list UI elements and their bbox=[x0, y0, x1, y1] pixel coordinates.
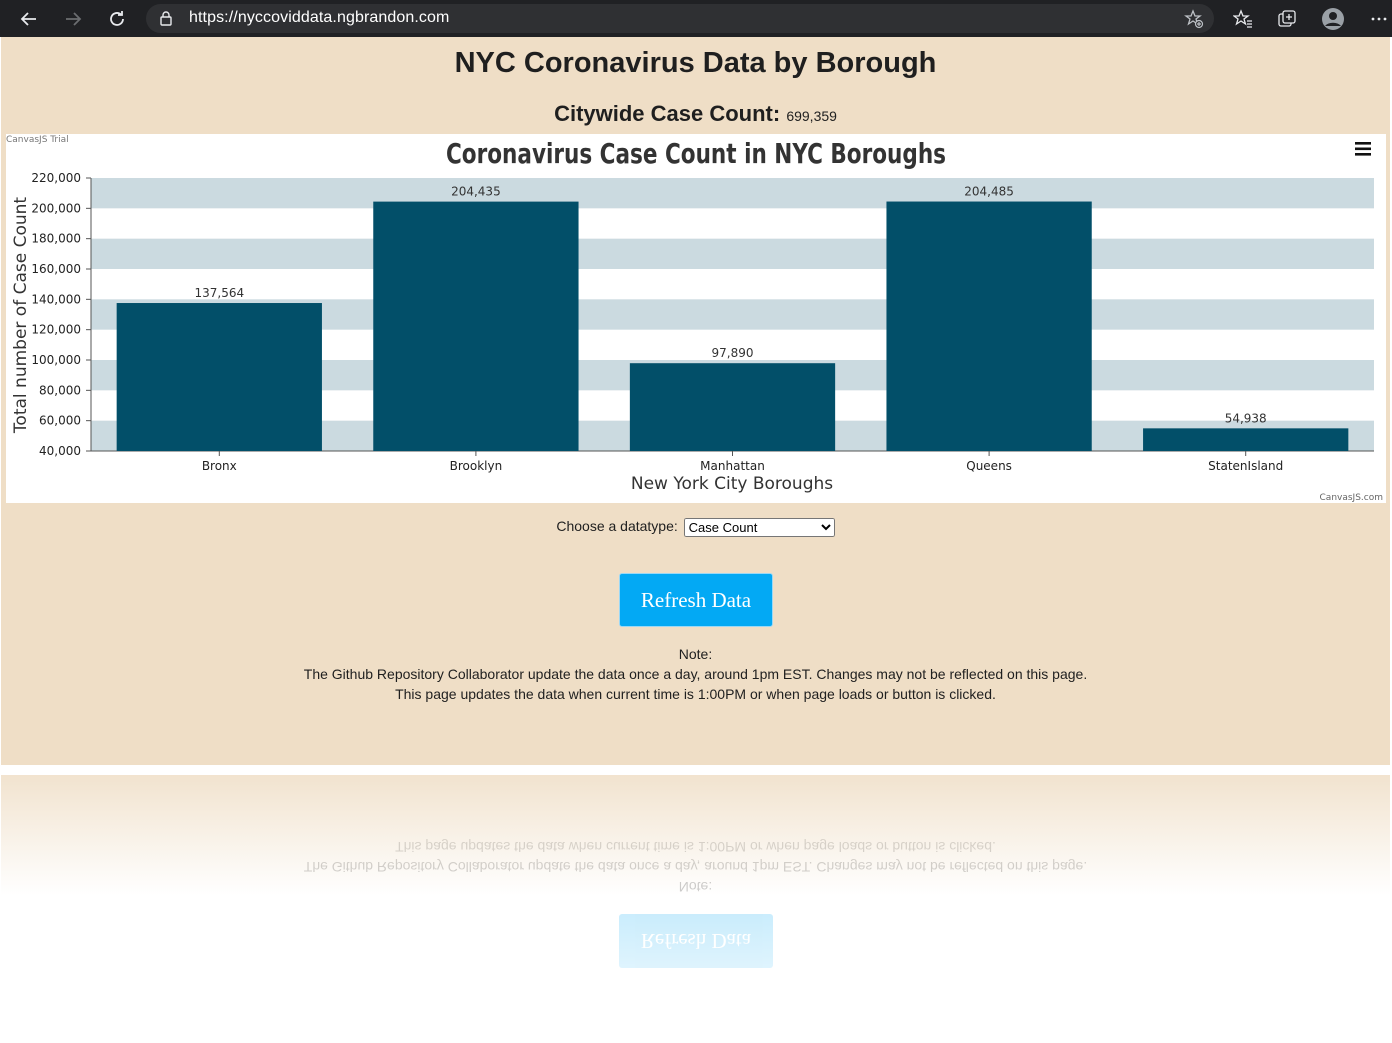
bar-bronx[interactable] bbox=[116, 303, 322, 451]
y-tick-label: 80,000 bbox=[39, 383, 81, 397]
datatype-selector-row: Choose a datatype: Case Count bbox=[1, 518, 1390, 537]
x-tick-label: Brooklyn bbox=[450, 459, 503, 473]
reflection-fade bbox=[1, 775, 1390, 1043]
chart-title: Coronavirus Case Count in NYC Boroughs bbox=[446, 137, 946, 170]
y-tick-label: 200,000 bbox=[31, 201, 81, 215]
bar-value-label: 97,890 bbox=[712, 346, 754, 360]
favorites-icon[interactable] bbox=[1231, 7, 1255, 31]
x-tick-label: Bronx bbox=[202, 459, 237, 473]
bar-value-label: 54,938 bbox=[1225, 411, 1267, 425]
back-icon[interactable] bbox=[16, 6, 42, 32]
citywide-case-count: Citywide Case Count: 699,359 bbox=[1, 101, 1390, 127]
bar-value-label: 137,564 bbox=[194, 286, 244, 300]
x-axis-label: New York City Boroughs bbox=[631, 474, 833, 494]
bar-manhattan[interactable] bbox=[629, 363, 836, 451]
collections-icon[interactable] bbox=[1275, 7, 1299, 31]
bar-queens[interactable] bbox=[886, 201, 1092, 451]
y-tick-label: 60,000 bbox=[39, 414, 81, 428]
chart-svg: CanvasJS Trial Coronavirus Case Count in… bbox=[6, 135, 1383, 503]
add-favorite-icon[interactable] bbox=[1184, 9, 1204, 34]
note-heading: Note: bbox=[678, 646, 713, 662]
y-axis-label: Total number of Case Count bbox=[11, 197, 31, 434]
refresh-data-button[interactable]: Refresh Data bbox=[619, 573, 773, 627]
citywide-label: Citywide Case Count: bbox=[554, 101, 781, 126]
grid-band bbox=[91, 178, 1374, 209]
y-tick-label: 160,000 bbox=[31, 262, 81, 276]
bar-chart: CanvasJS Trial Coronavirus Case Count in… bbox=[6, 134, 1386, 503]
citywide-value: 699,359 bbox=[786, 108, 837, 124]
forward-icon[interactable] bbox=[60, 6, 86, 32]
y-tick-label: 140,000 bbox=[31, 292, 81, 306]
lock-icon[interactable] bbox=[159, 11, 173, 31]
profile-avatar-icon[interactable] bbox=[1321, 7, 1345, 31]
y-tick-label: 180,000 bbox=[31, 232, 81, 246]
note-line-2: This page updates the data when current … bbox=[395, 686, 996, 702]
address-bar[interactable]: https://nyccoviddata.ngbrandon.com bbox=[146, 4, 1214, 33]
bar-brooklyn[interactable] bbox=[373, 201, 579, 451]
url-text[interactable]: https://nyccoviddata.ngbrandon.com bbox=[189, 9, 449, 27]
grid-band bbox=[91, 238, 1374, 269]
chart-menu-icon[interactable] bbox=[1355, 142, 1371, 156]
page-reflection: Refresh Data Note: The Github Repository… bbox=[1, 775, 1390, 1043]
x-tick-label: StatenIsland bbox=[1208, 459, 1283, 473]
chart-credit[interactable]: CanvasJS.com bbox=[1320, 493, 1383, 503]
y-tick-label: 40,000 bbox=[39, 444, 81, 458]
datatype-select[interactable]: Case Count bbox=[683, 518, 835, 537]
bar-value-label: 204,435 bbox=[451, 185, 501, 199]
more-menu-icon[interactable] bbox=[1367, 7, 1391, 31]
page-title: NYC Coronavirus Data by Borough bbox=[454, 47, 937, 79]
bar-value-label: 204,485 bbox=[964, 185, 1014, 199]
reload-icon[interactable] bbox=[104, 6, 130, 32]
browser-toolbar: https://nyccoviddata.ngbrandon.com bbox=[0, 0, 1392, 37]
page-content: NYC Coronavirus Data by Borough Citywide… bbox=[1, 37, 1390, 765]
note-line-1: The Github Repository Collaborator updat… bbox=[303, 666, 1088, 682]
x-tick-label: Queens bbox=[966, 459, 1012, 473]
bar-statenisland[interactable] bbox=[1143, 428, 1349, 451]
y-tick-label: 220,000 bbox=[31, 171, 81, 185]
chart-trial-label: CanvasJS Trial bbox=[6, 135, 69, 145]
y-tick-label: 120,000 bbox=[31, 323, 81, 337]
x-tick-label: Manhattan bbox=[700, 459, 765, 473]
y-tick-label: 100,000 bbox=[31, 353, 81, 367]
notes-block: Note: The Github Repository Collaborator… bbox=[1, 644, 1390, 704]
datatype-label: Choose a datatype: bbox=[556, 518, 678, 535]
